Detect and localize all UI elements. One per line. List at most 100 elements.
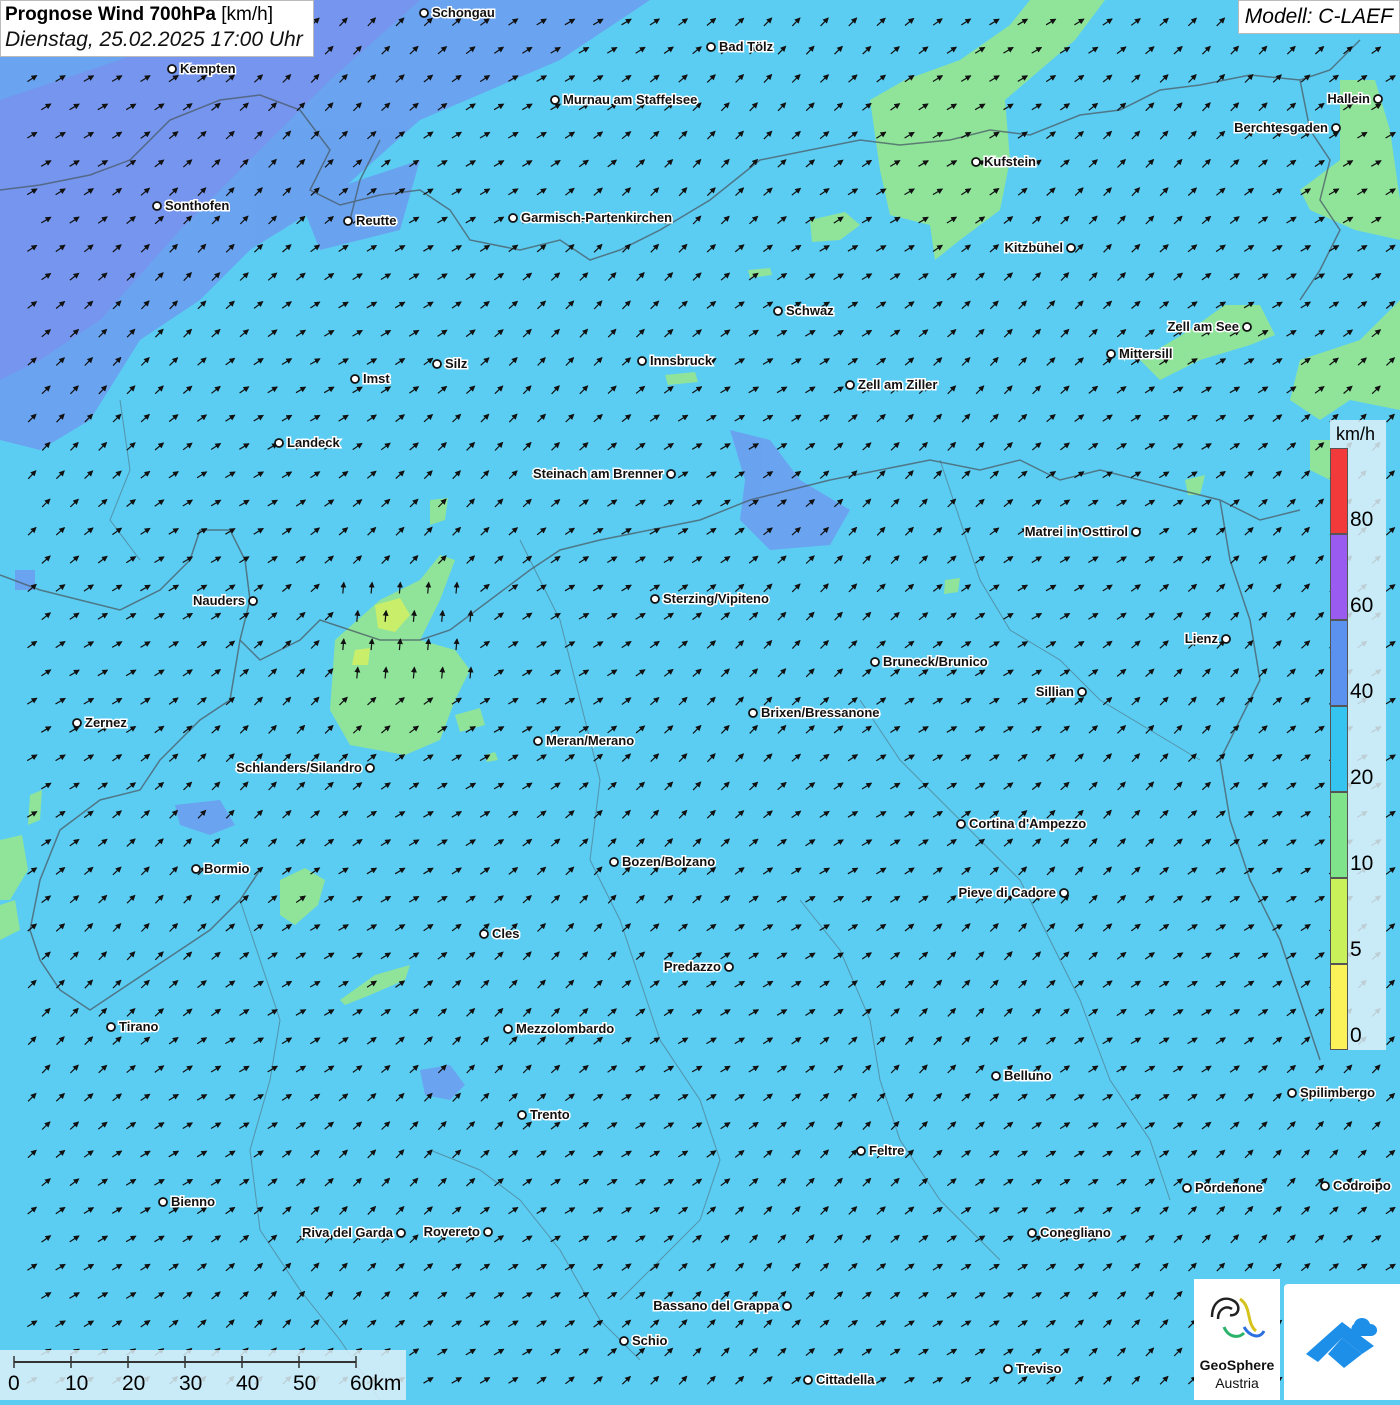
scale-label: 30 — [179, 1372, 203, 1395]
city-marker[interactable]: Matrei in Osttirol — [1023, 523, 1141, 541]
city-label: Silz — [445, 356, 468, 371]
city-dot-icon — [72, 718, 82, 728]
city-marker[interactable]: Innsbruck — [637, 352, 714, 370]
city-marker[interactable]: Pordenone — [1182, 1179, 1264, 1197]
city-dot-icon — [483, 1227, 493, 1237]
city-label: Rovereto — [424, 1224, 480, 1239]
city-label: Berchtesgaden — [1234, 120, 1328, 135]
app-cloud-arrow-icon — [1306, 1318, 1378, 1368]
city-marker[interactable]: Brixen/Bressanone — [748, 704, 881, 722]
legend-swatch — [1330, 792, 1348, 878]
city-dot-icon — [274, 438, 284, 448]
city-dot-icon — [1066, 243, 1076, 253]
city-dot-icon — [637, 356, 647, 366]
city-label: Cles — [492, 926, 519, 941]
city-label: Sterzing/Vipiteno — [663, 591, 769, 606]
city-dot-icon — [432, 359, 442, 369]
city-label: Imst — [363, 371, 390, 386]
city-label: Kufstein — [984, 154, 1036, 169]
city-label: Conegliano — [1040, 1225, 1111, 1240]
city-label: Hallein — [1327, 91, 1370, 106]
city-marker[interactable]: Steinach am Brenner — [531, 465, 676, 483]
city-label: Innsbruck — [650, 353, 713, 368]
wind-map: Schongau Bad Tölz Kempten Murnau am Staffel… — [0, 0, 1400, 1400]
city-dot-icon — [609, 857, 619, 867]
legend-color-bar — [1330, 448, 1348, 1050]
city-marker[interactable]: Zell am See — [1166, 318, 1252, 336]
city-marker[interactable]: Sterzing/Vipiteno — [650, 590, 770, 608]
city-marker[interactable]: Spilimbergo — [1287, 1084, 1377, 1102]
color-legend: km/h 0 5 10 20 40 60 80 — [1330, 420, 1386, 1050]
city-label: Zell am See — [1167, 319, 1239, 334]
city-label: Tirano — [119, 1019, 159, 1034]
city-marker[interactable]: Garmisch-Partenkirchen — [508, 209, 674, 227]
city-marker[interactable]: Bruneck/Brunico — [870, 653, 989, 671]
city-marker[interactable]: Riva del Garda — [300, 1224, 406, 1242]
city-label: Codroipo — [1333, 1178, 1391, 1193]
geosphere-logo[interactable]: GeoSphere Austria — [1194, 1279, 1280, 1400]
city-label: Landeck — [287, 435, 341, 450]
city-marker[interactable]: Schlanders/Silandro — [235, 759, 375, 777]
legend-label: 5 — [1350, 938, 1362, 961]
city-marker[interactable]: Murnau am Staffelsee — [550, 91, 699, 109]
city-label: Trento — [530, 1107, 570, 1122]
city-marker[interactable]: Zell am Ziller — [845, 376, 939, 394]
city-dot-icon — [106, 1022, 116, 1032]
city-marker[interactable]: Cortina d'Ampezzo — [956, 815, 1088, 833]
city-dot-icon — [971, 157, 981, 167]
city-marker[interactable]: Sonthofen — [152, 197, 231, 215]
legend-swatch — [1330, 534, 1348, 620]
map-title: Prognose Wind 700hPa [km/h] — [5, 4, 274, 25]
city-dot-icon — [191, 864, 201, 874]
scale-label: 60km — [350, 1372, 402, 1395]
city-dot-icon — [1131, 527, 1141, 537]
city-marker[interactable]: Berchtesgaden — [1233, 119, 1341, 137]
city-dot-icon — [1027, 1228, 1037, 1238]
app-logo[interactable] — [1284, 1284, 1400, 1400]
city-dot-icon — [248, 596, 258, 606]
city-marker[interactable]: Bassano del Grappa — [652, 1297, 792, 1315]
city-dot-icon — [167, 64, 177, 74]
legend-swatch — [1330, 878, 1348, 964]
city-label: Kempten — [180, 61, 236, 76]
city-marker[interactable]: Conegliano — [1027, 1224, 1112, 1242]
geosphere-name: GeoSphere — [1199, 1357, 1275, 1373]
city-marker[interactable]: Bozen/Bolzano — [609, 853, 717, 871]
city-label: Cittadella — [816, 1372, 875, 1387]
city-label: Cortina d'Ampezzo — [969, 816, 1086, 831]
city-label: Reutte — [356, 213, 396, 228]
geosphere-emblem-icon — [1210, 1297, 1266, 1338]
city-label: Mittersill — [1119, 346, 1172, 361]
legend-swatch — [1330, 448, 1348, 534]
city-dot-icon — [782, 1301, 792, 1311]
scale-label: 40 — [236, 1372, 260, 1395]
city-marker[interactable]: Mezzolombardo — [503, 1020, 616, 1038]
city-label: Predazzo — [664, 959, 721, 974]
city-dot-icon — [666, 469, 676, 479]
city-label: Schlanders/Silandro — [236, 760, 362, 775]
city-dot-icon — [706, 42, 716, 52]
city-dot-icon — [343, 216, 353, 226]
city-label: Bassano del Grappa — [653, 1298, 779, 1313]
city-marker[interactable]: Meran/Merano — [533, 732, 636, 750]
city-label: Sonthofen — [165, 198, 229, 213]
city-label: Schwaz — [786, 303, 834, 318]
city-marker[interactable]: Pieve di Cadore — [957, 884, 1069, 902]
city-dot-icon — [1287, 1088, 1297, 1098]
scale-label: 20 — [122, 1372, 146, 1395]
city-dot-icon — [350, 374, 360, 384]
city-dot-icon — [991, 1071, 1001, 1081]
legend-swatch — [1330, 964, 1348, 1050]
city-label: Kitzbühel — [1005, 240, 1064, 255]
city-label: Riva del Garda — [302, 1225, 394, 1240]
legend-swatch — [1330, 620, 1348, 706]
city-dot-icon — [158, 1197, 168, 1207]
legend-label: 40 — [1350, 680, 1374, 703]
city-dot-icon — [724, 962, 734, 972]
city-dot-icon — [1059, 888, 1069, 898]
city-label: Bad Tölz — [719, 39, 774, 54]
city-marker[interactable]: Schongau — [419, 4, 496, 22]
city-label: Meran/Merano — [546, 733, 634, 748]
legend-label: 80 — [1350, 508, 1374, 531]
city-dot-icon — [803, 1375, 813, 1385]
